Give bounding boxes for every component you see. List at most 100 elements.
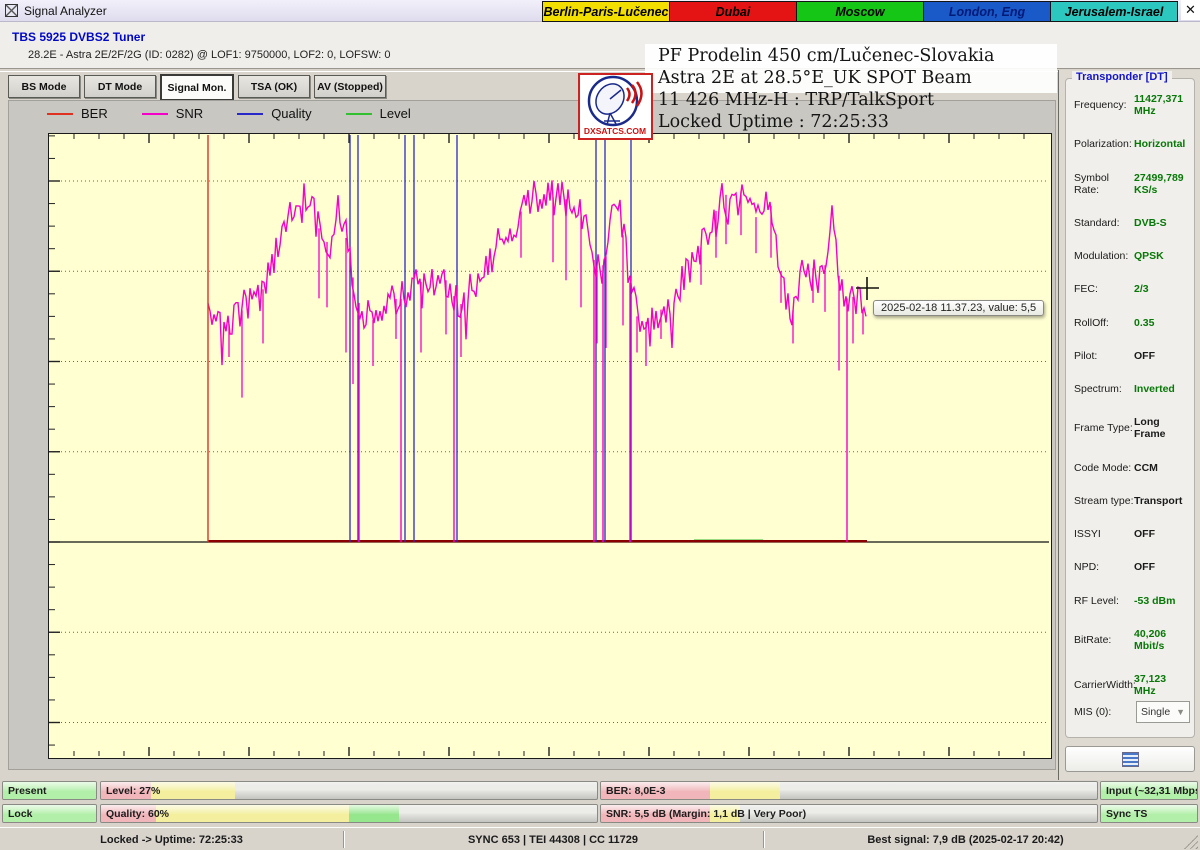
tab-tsa-ok-[interactable]: TSA (OK) <box>238 75 310 98</box>
chart-legend: BER SNR Quality Level <box>47 106 411 121</box>
window-title: Signal Analyzer <box>24 4 107 18</box>
annotation-line-2: Astra 2E at 28.5°E_UK SPOT Beam <box>658 67 1078 89</box>
tp-label: Symbol Rate: <box>1074 172 1134 196</box>
statusbar-section-3: Best signal: 7,9 dB (2025-02-17 20:42) <box>763 828 1168 850</box>
tp-value: -53 dBm <box>1134 595 1175 607</box>
annotation-line-1: PF Prodelin 450 cm/Lučenec-Slovakia <box>658 45 1078 67</box>
logo-text: DXSATCS.COM <box>584 126 646 136</box>
syncts-indicator-label: Sync TS <box>1106 805 1147 822</box>
tp-value: CCM <box>1134 462 1158 474</box>
transponder-row-modulation-: Modulation: QPSK <box>1066 250 1194 262</box>
statusbar-section-1: Locked -> Uptime: 72:25:33 <box>0 828 343 850</box>
annotation-line-3: 11 426 MHz-H : TRP/TalkSport <box>658 89 1078 111</box>
legend-swatch-level <box>346 113 372 115</box>
legend-label: SNR <box>176 106 203 121</box>
tp-value: 0.35 <box>1134 317 1154 329</box>
clock-city: London, Eng <box>924 2 1050 22</box>
lock-indicator: Lock <box>2 804 97 823</box>
close-icon[interactable]: ✕ <box>1181 0 1200 20</box>
legend-swatch-quality <box>237 113 263 115</box>
transponder-row-npd-: NPD: OFF <box>1066 561 1194 573</box>
transponder-row-issyi: ISSYI OFF <box>1066 528 1194 540</box>
transponder-row-rf-level-: RF Level: -53 dBm <box>1066 595 1194 607</box>
tp-label: Spectrum: <box>1074 383 1134 395</box>
stream-list-button[interactable] <box>1065 746 1195 772</box>
tp-value: Inverted <box>1134 383 1175 395</box>
tp-value: Transport <box>1134 495 1182 507</box>
lock-indicator-label: Lock <box>8 805 33 822</box>
dxsatcs-logo: DXSATCS.COM <box>578 73 653 140</box>
tp-label: ISSYI <box>1074 528 1134 540</box>
status-bar: Locked -> Uptime: 72:25:33SYNC 653 | TEI… <box>0 827 1200 850</box>
tp-value: OFF <box>1134 528 1155 540</box>
syncts-indicator: Sync TS <box>1100 804 1198 823</box>
level-progress-label: Level: 27% <box>106 782 160 799</box>
legend-item-snr: SNR <box>142 106 203 121</box>
transponder-groupbox: Transponder [DT] Frequency: 11427,371 MH… <box>1065 78 1195 738</box>
input-indicator-label: Input (~32,31 Mbps) <box>1106 782 1198 799</box>
clock-city: Moscow <box>797 2 923 22</box>
transponder-row-pilot-: Pilot: OFF <box>1066 350 1194 362</box>
clock-city: Dubai <box>670 2 796 22</box>
legend-item-quality: Quality <box>237 106 311 121</box>
chevron-down-icon: ▼ <box>1176 707 1185 717</box>
tp-value: 2/3 <box>1134 283 1149 295</box>
quality-progress: Quality: 60% <box>100 804 598 823</box>
ber-progress: BER: 8,0E-3 <box>600 781 1098 800</box>
tp-label: Modulation: <box>1074 250 1134 262</box>
mis-label: MIS (0): <box>1074 706 1134 718</box>
tp-value: 27499,789 KS/s <box>1134 172 1190 196</box>
tp-label: Standard: <box>1074 217 1134 229</box>
tab-signal-mon-[interactable]: Signal Mon. <box>160 74 234 101</box>
tp-value: 40,206 Mbit/s <box>1134 628 1190 652</box>
clock-city: Berlin-Paris-Lučenec <box>543 2 669 22</box>
signal-plot[interactable]: 86420-2-4 <box>48 133 1052 759</box>
tp-value: 37,123 MHz <box>1134 673 1190 697</box>
mode-tabs: BS ModeDT ModeSignal Mon.TSA (OK)AV (Sto… <box>8 75 386 101</box>
mis-row: MIS (0): Single ▼ <box>1066 701 1194 723</box>
tab-bs-mode[interactable]: BS Mode <box>8 75 80 98</box>
tp-label: RollOff: <box>1074 317 1134 329</box>
transponder-row-stream-type-: Stream type: Transport <box>1066 495 1194 507</box>
legend-swatch-snr <box>142 113 168 115</box>
transponder-title: Transponder [DT] <box>1072 71 1172 83</box>
tp-value: Long Frame <box>1134 416 1190 440</box>
level-progress: Level: 27% <box>100 781 598 800</box>
tp-value: QPSK <box>1134 250 1164 262</box>
legend-swatch-ber <box>47 113 73 115</box>
transponder-row-standard-: Standard: DVB-S <box>1066 217 1194 229</box>
annotation-text: PF Prodelin 450 cm/Lučenec-Slovakia Astr… <box>658 45 1078 133</box>
tp-label: Stream type: <box>1074 495 1134 507</box>
tp-label: Frequency: <box>1074 99 1134 111</box>
transponder-row-code-mode-: Code Mode: CCM <box>1066 462 1194 474</box>
tp-label: Polarization: <box>1074 138 1134 150</box>
transponder-row-frame-type-: Frame Type: Long Frame <box>1066 416 1194 440</box>
legend-label: Quality <box>271 106 311 121</box>
mis-dropdown[interactable]: Single ▼ <box>1136 701 1190 723</box>
transponder-row-fec-: FEC: 2/3 <box>1066 283 1194 295</box>
tp-label: Code Mode: <box>1074 462 1134 474</box>
quality-progress-label: Quality: 60% <box>106 805 169 822</box>
app-icon <box>5 4 18 17</box>
tab-av-stopped-[interactable]: AV (Stopped) <box>314 75 386 98</box>
tp-value: OFF <box>1134 561 1155 573</box>
signal-analyzer-window: Signal Analyzer Berlin-Paris-Lučenec Tue… <box>0 0 1200 850</box>
tab-dt-mode[interactable]: DT Mode <box>84 75 156 98</box>
tp-label: RF Level: <box>1074 595 1134 607</box>
snr-progress: SNR: 5,5 dB (Margin: 1,1 dB | Very Poor) <box>600 804 1098 823</box>
clock-city: Jerusalem-Israel <box>1051 2 1177 22</box>
tp-label: FEC: <box>1074 283 1134 295</box>
snr-progress-label: SNR: 5,5 dB (Margin: 1,1 dB | Very Poor) <box>606 805 806 822</box>
input-indicator: Input (~32,31 Mbps) <box>1100 781 1198 800</box>
tp-value: Horizontal <box>1134 138 1185 150</box>
annotation-line-4: Locked Uptime : 72:25:33 <box>658 111 1078 133</box>
present-indicator: Present <box>2 781 97 800</box>
signal-plot-svg: 86420-2-4 <box>49 134 1049 756</box>
resize-grip[interactable] <box>1184 835 1198 849</box>
legend-label: Level <box>380 106 411 121</box>
chart-panel: BERSNRQualityLevel 86420-2-4 2025-02-18 … <box>8 100 1056 770</box>
transponder-row-polarization-: Polarization: Horizontal <box>1066 138 1194 150</box>
tuner-name: TBS 5925 DVBS2 Tuner <box>12 30 145 44</box>
legend-item-ber: BER <box>47 106 108 121</box>
tp-label: CarrierWidth: <box>1074 679 1134 691</box>
